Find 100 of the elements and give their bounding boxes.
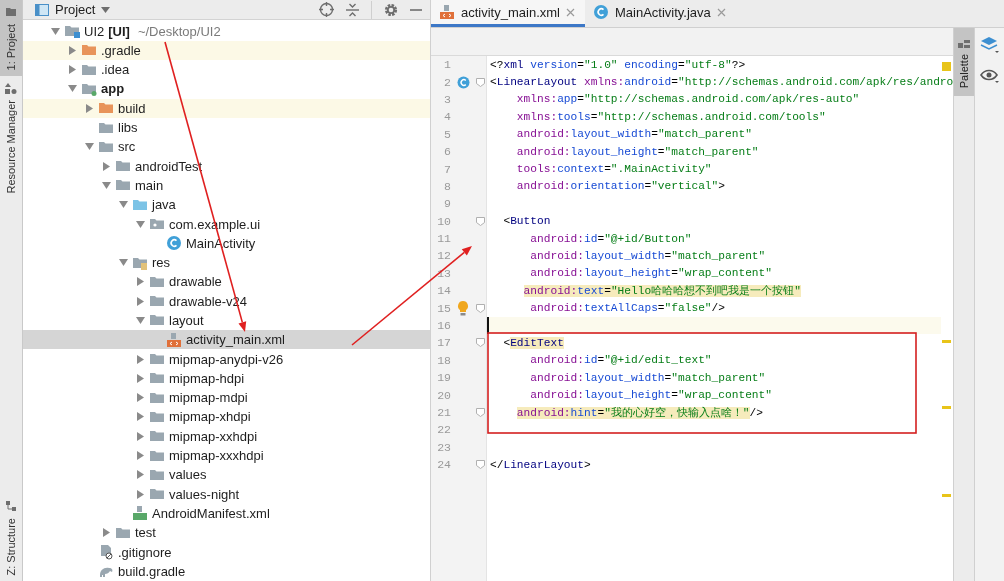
tree-item[interactable]: mipmap-xhdpi [23, 407, 430, 427]
tree-item[interactable]: build [23, 98, 430, 118]
locate-icon[interactable] [319, 2, 334, 18]
code-line: android:id="@+id/Button" [529, 232, 692, 245]
line-number: 13 [436, 266, 451, 280]
lightbulb-icon[interactable] [457, 300, 469, 316]
shapes-icon [5, 82, 17, 95]
tree-item[interactable]: values-night [23, 484, 430, 504]
code-line: </LinearLayout> [490, 458, 591, 471]
code-line: android:hint="我的心好空，快输入点啥！"/> [515, 406, 764, 420]
collapsed-arrow-icon[interactable] [102, 528, 111, 538]
warning-marker[interactable] [942, 340, 951, 344]
project-view-icon [35, 3, 49, 16]
collapsed-arrow-icon[interactable] [85, 103, 94, 113]
class-icon[interactable] [456, 75, 470, 89]
collapsed-arrow-icon[interactable] [102, 161, 111, 171]
tree-item[interactable]: mipmap-hdpi [23, 368, 430, 389]
editor-tab[interactable]: MainActivity.java [584, 0, 736, 27]
code-line: android:layout_width="match_parent" [515, 128, 752, 141]
line-number: 18 [436, 353, 451, 367]
tree-item[interactable]: mipmap-xxhdpi [23, 426, 430, 446]
side-tab[interactable]: 1: Project [0, 0, 22, 77]
class-icon [592, 4, 609, 20]
code-line: android:layout_height="match_parent" [515, 145, 759, 158]
code-line: xmlns:tools="http://schemas.android.com/tools" [515, 110, 826, 123]
editor-tab[interactable]: activity_main.xml [431, 0, 585, 27]
tree-item[interactable]: drawable [23, 272, 430, 292]
side-tab[interactable]: Resource Manager [0, 76, 22, 201]
expanded-arrow-icon[interactable] [51, 26, 60, 36]
tree-item[interactable]: mipmap-xxxhdpi [23, 445, 430, 466]
close-icon[interactable] [716, 7, 726, 17]
tree-item[interactable]: src [23, 137, 430, 157]
expanded-arrow-icon[interactable] [119, 258, 128, 268]
line-number: 22 [436, 423, 451, 437]
line-number: 8 [443, 179, 451, 193]
line-number: 21 [436, 406, 451, 419]
expanded-arrow-icon[interactable] [136, 316, 145, 325]
tree-item[interactable]: mipmap-anydpi-v26 [23, 349, 430, 369]
expanded-arrow-icon[interactable] [85, 142, 94, 152]
tree-item[interactable]: main [23, 175, 430, 196]
code-line: <EditText [502, 336, 564, 349]
line-number: 10 [436, 214, 451, 228]
collapse-all-icon[interactable] [346, 2, 359, 17]
tree-item[interactable]: layout [23, 310, 430, 331]
structure-icon [5, 499, 17, 512]
tree-item[interactable]: activity_main.xml [23, 330, 430, 350]
class-icon [166, 235, 182, 252]
tree-item[interactable]: res [23, 252, 430, 273]
line-number: 16 [436, 319, 451, 333]
tree-item[interactable]: .idea [23, 60, 430, 80]
line-number: 24 [436, 458, 451, 472]
code-line: android:layout_width="match_parent" [529, 371, 766, 384]
line-number: 20 [436, 388, 451, 402]
tree-item[interactable]: AndroidManifest.xml [23, 503, 430, 524]
side-tab[interactable]: Z: Structure [0, 493, 22, 581]
line-number: 6 [443, 145, 451, 159]
settings-icon[interactable] [384, 2, 398, 17]
expanded-arrow-icon[interactable] [68, 84, 77, 94]
fold-icon[interactable] [475, 460, 485, 470]
tree-item[interactable]: build.gradle [23, 561, 430, 581]
fold-icon[interactable] [475, 408, 485, 417]
package-icon [149, 216, 165, 232]
fold-icon[interactable] [475, 303, 485, 313]
line-number: 19 [436, 371, 451, 385]
tree-item[interactable]: mipmap-mdpi [23, 388, 430, 408]
code-line: android:orientation="vertical"> [515, 180, 725, 193]
tree-item[interactable]: libs [23, 117, 430, 138]
code-line: tools:context=".MainActivity" [515, 163, 712, 176]
line-number: 14 [436, 284, 451, 298]
warning-marker[interactable] [942, 493, 951, 497]
fold-icon[interactable] [475, 216, 485, 226]
fold-icon[interactable] [475, 77, 485, 87]
code-line: android:layout_height="wrap_content" [529, 389, 772, 402]
code-line: android:layout_width="match_parent" [529, 250, 766, 262]
tree-item[interactable]: UI2 [UI] ~/Desktop/UI2 [23, 21, 430, 41]
tree-item[interactable]: .gradle [23, 40, 430, 60]
module-folder-icon [64, 23, 80, 40]
close-icon[interactable] [565, 7, 575, 17]
line-number: 12 [436, 249, 451, 263]
tree-item[interactable]: test [23, 523, 430, 543]
warning-marker[interactable] [942, 406, 951, 409]
manifest-file-icon [132, 505, 148, 522]
ignore-file-icon [98, 544, 114, 561]
fold-icon[interactable] [475, 338, 485, 348]
tree-item[interactable]: .gitignore [23, 542, 430, 562]
xml-file-icon [439, 4, 455, 20]
code-line: xmlns:app="http://schemas.android.com/apk/res-auto" [515, 93, 860, 106]
caret-icon [101, 6, 111, 13]
code-line: android:textAllCaps="false"/> [529, 302, 725, 315]
line-number: 1 [443, 58, 451, 72]
layers-icon[interactable] [979, 36, 1000, 54]
tree-item[interactable]: app [23, 79, 430, 99]
side-tab[interactable]: Palette [954, 28, 974, 97]
line-number: 2 [443, 75, 451, 89]
line-number: 15 [436, 301, 451, 315]
eye-icon[interactable] [979, 68, 1000, 84]
tree-item[interactable]: java [23, 195, 430, 215]
tree-item[interactable]: values [23, 465, 430, 485]
panel-title-dropdown[interactable]: Project [35, 2, 111, 18]
line-number: 5 [443, 127, 451, 141]
